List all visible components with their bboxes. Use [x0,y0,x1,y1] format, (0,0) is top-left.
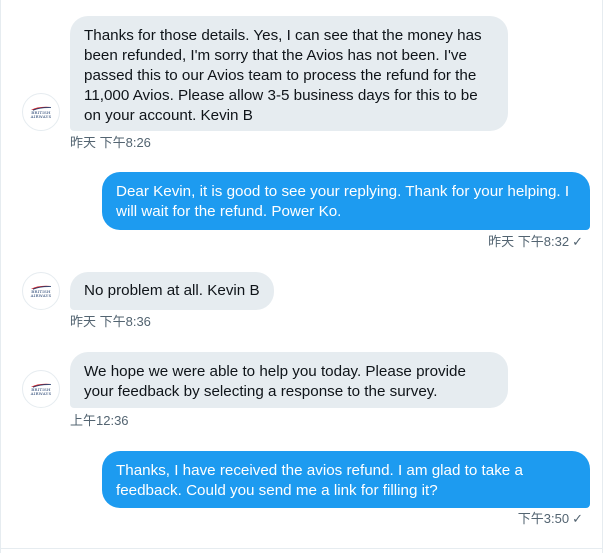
message-timestamp: 下午3:50 ✓ [517,511,583,526]
avatar-brand-text: BRITISH AIRWAYS [30,109,52,119]
message-timestamp: 上午12:36 [70,413,129,428]
avatar-brand-text: BRITISH AIRWAYS [30,288,52,298]
message-bubble-outgoing[interactable]: Dear Kevin, it is good to see your reply… [102,172,590,230]
message-timestamp: 昨天 下午8:32 ✓ [488,234,583,249]
sent-check-icon: ✓ [572,511,583,526]
message-timestamp: 昨天 下午8:26 [70,135,151,150]
message-bubble-incoming[interactable]: Thanks for those details. Yes, I can see… [70,16,508,131]
avatar-brand-text: BRITISH AIRWAYS [30,386,52,396]
message-text: Thanks for those details. Yes, I can see… [84,27,482,124]
divider [1,548,602,549]
sent-check-icon: ✓ [572,234,583,249]
message-bubble-incoming[interactable]: We hope we were able to help you today. … [70,352,508,408]
message-text: We hope we were able to help you today. … [84,363,466,400]
message-bubble-incoming[interactable]: No problem at all. Kevin B [70,272,274,310]
conversation-pane: BRITISH AIRWAYS Thanks for those details… [0,0,603,553]
message-text: Thanks, I have received the avios refund… [116,462,523,499]
message-text: No problem at all. Kevin B [84,282,260,299]
message-bubble-outgoing[interactable]: Thanks, I have received the avios refund… [102,451,590,508]
message-text: Dear Kevin, it is good to see your reply… [116,183,570,220]
avatar[interactable]: BRITISH AIRWAYS [22,272,60,310]
message-timestamp: 昨天 下午8:36 [70,314,151,329]
avatar[interactable]: BRITISH AIRWAYS [22,370,60,408]
avatar[interactable]: BRITISH AIRWAYS [22,93,60,131]
